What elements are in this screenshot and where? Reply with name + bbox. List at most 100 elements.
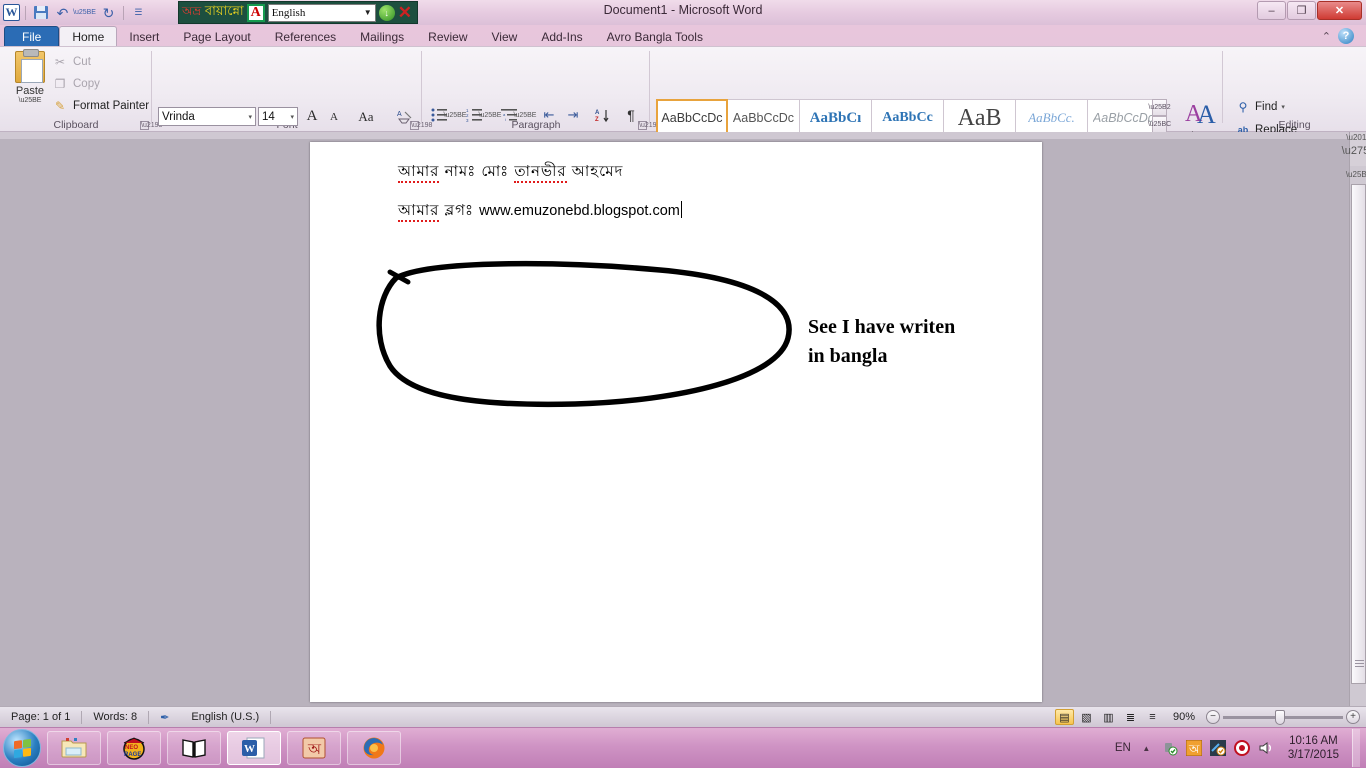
volume-icon[interactable]	[1258, 740, 1275, 757]
split-handle-icon[interactable]: \u2014	[1346, 132, 1366, 142]
style-preview: AaBbCcDc	[732, 111, 795, 125]
taskbar: NEO RAGE W অ EN ▲ অ 10:16 AM 3/17/2015	[0, 727, 1366, 768]
antivirus-tray-icon[interactable]	[1210, 740, 1227, 757]
tab-add-ins[interactable]: Add-Ins	[529, 26, 594, 47]
start-button[interactable]	[3, 729, 41, 767]
font-size-input[interactable]: 14 ▾	[258, 107, 298, 126]
window-controls: – ❐ ✕	[1257, 1, 1362, 20]
close-button[interactable]: ✕	[1317, 1, 1362, 20]
minimize-button[interactable]: –	[1257, 1, 1286, 20]
bullets-dropdown-icon[interactable]: \u25BE	[444, 105, 467, 125]
status-divider-3	[270, 710, 272, 724]
font-name-input[interactable]: Vrinda ▾	[158, 107, 256, 126]
view-print-layout-button[interactable]: ▤	[1054, 709, 1074, 725]
numbering-dropdown-icon[interactable]: \u25BE	[479, 105, 502, 125]
clock[interactable]: 10:16 AM 3/17/2015	[1282, 734, 1345, 763]
document-line1-tail: আহমেদ	[571, 163, 624, 180]
word-document-icon: W	[242, 737, 265, 759]
document-page[interactable]: আমার নামঃ মোঃ তানভীর আহমেদ আমার ব্লগঃ ww…	[310, 142, 1042, 702]
document-line2-url: www.emuzonebd.blogspot.com	[479, 203, 680, 219]
style-preview: AaB	[957, 104, 1002, 131]
document-line2-label: ব্লগঃ	[444, 202, 474, 219]
taskbar-item-mozilla-firefox[interactable]	[347, 731, 401, 765]
taskbar-item-book-reader[interactable]	[167, 731, 221, 765]
clipboard-dialog-launcher[interactable]: \u2198	[140, 121, 162, 130]
svg-text:NEO: NEO	[125, 745, 138, 751]
tab-home[interactable]: Home	[59, 26, 118, 47]
taskbar-item-windows-explorer[interactable]	[47, 731, 101, 765]
avro-tray-icon[interactable]: অ	[1186, 740, 1203, 757]
zoom-level[interactable]: 90%	[1165, 711, 1203, 723]
group-clipboard: Paste \u25BE ✂ Cut ❐ Copy ✎ Format Paint…	[0, 47, 162, 133]
select-browse-object-icon[interactable]: \u2751	[1342, 142, 1366, 159]
proofing-errors-icon[interactable]: ✒	[149, 711, 180, 724]
document-line-1: আমার নামঃ মোঃ তানভীর আহমেদ	[398, 160, 623, 185]
scrollbar-thumb[interactable]	[1351, 184, 1366, 684]
word-count[interactable]: Words: 8	[82, 711, 148, 723]
zoom-slider-thumb[interactable]	[1275, 709, 1285, 725]
svg-text:A: A	[1197, 100, 1216, 127]
clock-time: 10:16 AM	[1289, 734, 1338, 747]
handwritten-annotation: See I have writen in bangla	[808, 313, 1023, 371]
view-draft-button[interactable]: ≡	[1143, 709, 1162, 725]
scissors-icon: ✂	[54, 55, 66, 69]
document-line-2: আমার ব্লগঃ www.emuzonebd.blogspot.com	[398, 199, 683, 224]
format-painter-button[interactable]: ✎ Format Painter	[52, 98, 149, 114]
taskbar-item-neorage-emulator[interactable]: NEO RAGE	[107, 731, 161, 765]
tab-page-layout[interactable]: Page Layout	[171, 26, 262, 47]
find-button[interactable]: ⚲ Find ▾	[1235, 99, 1285, 115]
recording-tray-icon[interactable]	[1234, 740, 1251, 757]
style-preview: AaBbCcDc	[1092, 111, 1155, 125]
windows-logo-icon	[13, 738, 31, 758]
clear-formatting-icon[interactable]: A	[394, 106, 414, 126]
system-tray: EN ▲ অ 10:16 AM 3/17/2015	[1115, 729, 1366, 767]
neorage-icon: NEORAGE	[123, 737, 145, 760]
styles-scroll-down-button[interactable]: \u25BC	[1148, 116, 1171, 133]
tab-references[interactable]: References	[263, 26, 348, 47]
help-icon[interactable]: ?	[1338, 28, 1354, 44]
cut-button[interactable]: ✂ Cut	[52, 54, 91, 70]
view-web-layout-button[interactable]: ▥	[1099, 709, 1118, 725]
show-desktop-button[interactable]	[1352, 729, 1360, 767]
safely-remove-hardware-icon[interactable]	[1162, 740, 1179, 757]
zoom-in-button[interactable]: +	[1346, 710, 1360, 724]
tab-file[interactable]: File	[4, 26, 60, 47]
zoom-slider[interactable]	[1223, 709, 1343, 725]
status-right: ▤ ▧ ▥ ≣ ≡ 90% − +	[1054, 709, 1366, 725]
language-indicator[interactable]: English (U.S.)	[180, 711, 270, 723]
svg-text:i: i	[505, 117, 506, 122]
open-book-icon	[182, 739, 206, 758]
change-styles-icon: AA	[1185, 100, 1216, 129]
collapse-ribbon-icon[interactable]: ⌃	[1322, 30, 1331, 43]
copy-button[interactable]: ❐ Copy	[52, 76, 100, 92]
grow-font-button[interactable]: A	[302, 107, 322, 126]
taskbar-item-avro-keyboard[interactable]: অ	[287, 731, 341, 765]
cut-label: Cut	[73, 56, 91, 68]
avro-icon: অ	[302, 737, 326, 759]
svg-text:A: A	[397, 111, 402, 118]
view-full-screen-reading-button[interactable]: ▧	[1077, 709, 1096, 725]
zoom-out-button[interactable]: −	[1206, 710, 1220, 724]
tab-review[interactable]: Review	[416, 26, 479, 47]
show-hidden-icons[interactable]: ▲	[1138, 740, 1155, 757]
tray-language[interactable]: EN	[1115, 742, 1131, 754]
vertical-scrollbar[interactable]: \u2014 \u2751 \u25B2	[1342, 132, 1366, 706]
paste-button[interactable]: Paste \u25BE	[8, 49, 52, 104]
paste-icon	[15, 49, 45, 83]
styles-scroll-up-button[interactable]: \u25B2	[1148, 99, 1171, 116]
ribbon-right-controls: ⌃ ?	[1322, 28, 1354, 44]
page-indicator[interactable]: Page: 1 of 1	[0, 711, 81, 723]
paste-dropdown-icon[interactable]: \u25BE	[8, 97, 52, 104]
shrink-font-button[interactable]: A	[324, 107, 344, 126]
tab-view[interactable]: View	[480, 26, 530, 47]
tab-avro-bangla-tools[interactable]: Avro Bangla Tools	[595, 26, 715, 47]
restore-button[interactable]: ❐	[1287, 1, 1316, 20]
taskbar-item-microsoft-word[interactable]: W	[227, 731, 281, 765]
change-case-button[interactable]: Aa	[352, 107, 380, 126]
scroll-up-button[interactable]: \u25B2	[1346, 166, 1366, 182]
tab-insert[interactable]: Insert	[117, 26, 171, 47]
svg-text:W: W	[244, 743, 255, 755]
tab-mailings[interactable]: Mailings	[348, 26, 416, 47]
document-line2-prefix: আমার	[398, 202, 440, 222]
view-outline-button[interactable]: ≣	[1121, 709, 1140, 725]
